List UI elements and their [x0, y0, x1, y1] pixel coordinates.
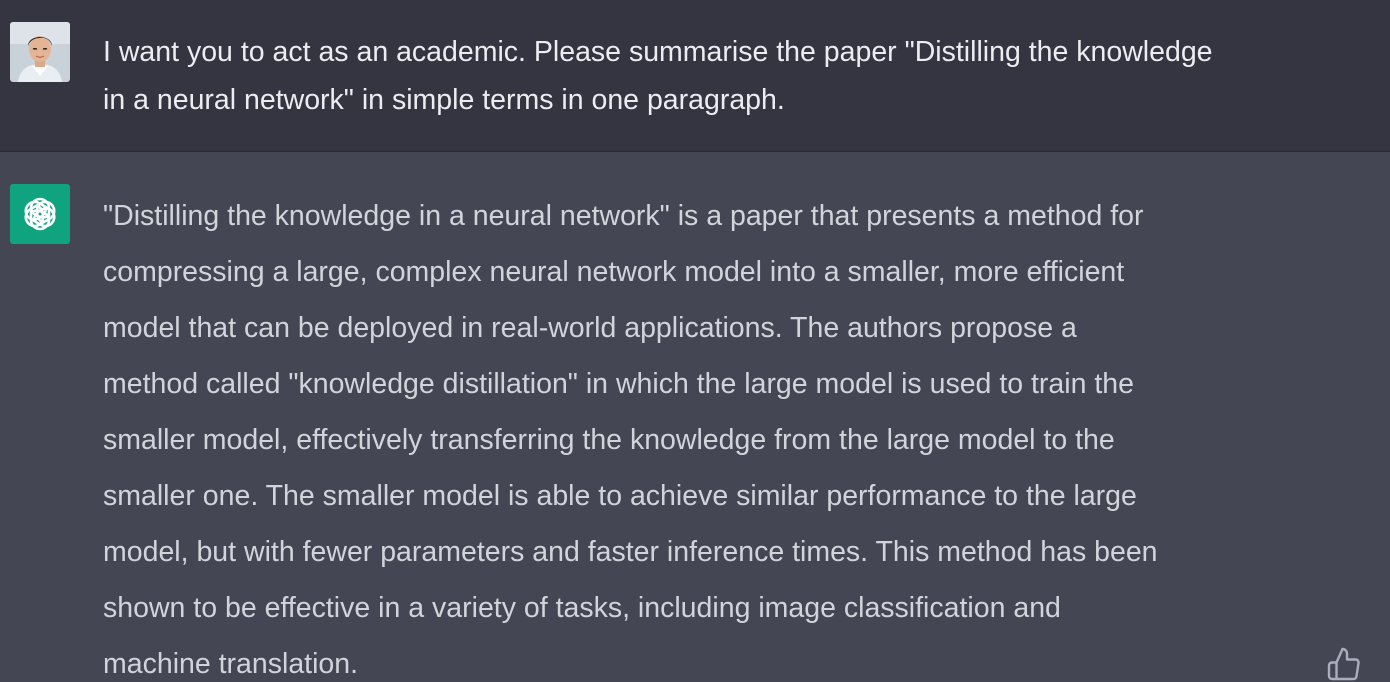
user-message: I want you to act as an academic. Please…	[0, 0, 1390, 152]
assistant-message: "Distilling the knowledge in a neural ne…	[0, 152, 1390, 682]
assistant-avatar	[10, 184, 70, 244]
user-avatar	[10, 22, 70, 82]
user-avatar-photo	[10, 22, 70, 82]
openai-logo-icon	[24, 197, 56, 231]
user-message-text: I want you to act as an academic. Please…	[103, 36, 1213, 116]
assistant-message-text: "Distilling the knowledge in a neural ne…	[103, 200, 1158, 680]
thumbs-up-icon[interactable]	[1326, 646, 1362, 682]
chat-thread: I want you to act as an academic. Please…	[0, 0, 1390, 682]
